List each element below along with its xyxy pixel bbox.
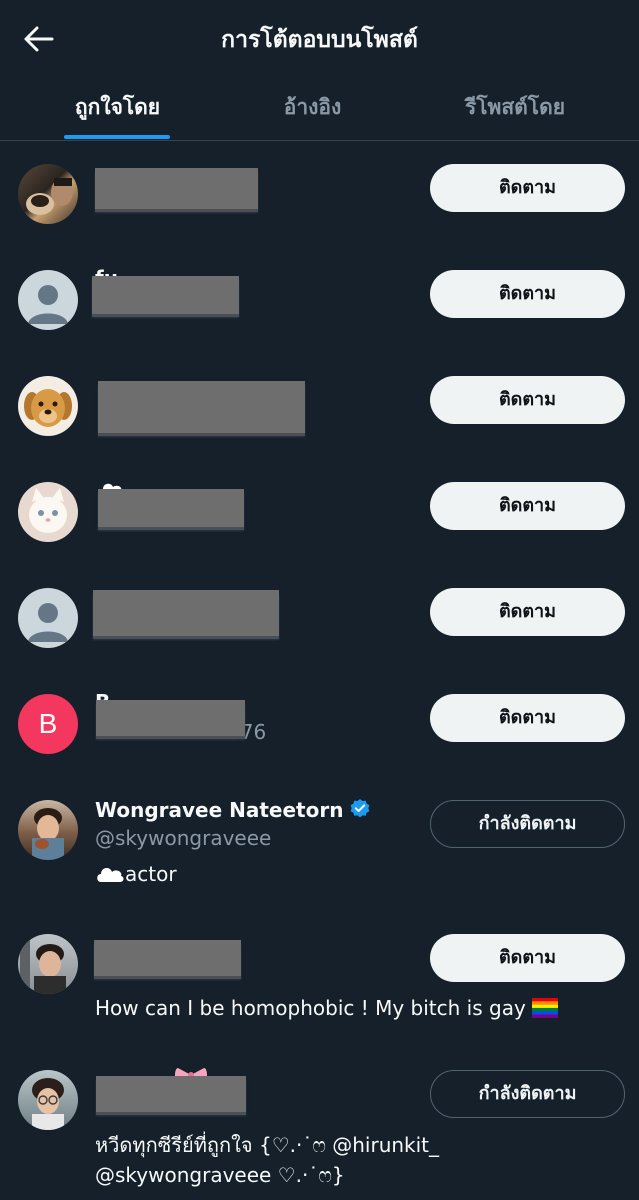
user-avatar[interactable] [18, 1070, 78, 1130]
tab-bar: ถูกใจโดย อ้างอิง รีโพสต์โดย [0, 80, 639, 141]
user-bio: หวีดทุกซีรีย์ที่ถูกใจ {♡.·˙ෆ @hirunkit_ … [95, 1130, 615, 1190]
following-button[interactable]: กำลังติดตาม [430, 1070, 625, 1118]
cloud-icon [97, 868, 124, 882]
user-avatar[interactable] [18, 270, 78, 330]
user-avatar[interactable] [18, 934, 78, 994]
list-item[interactable]: ติดตาม [0, 160, 639, 240]
follow-button[interactable]: ติดตาม [430, 694, 625, 742]
redaction-box [98, 489, 244, 527]
redaction-box [95, 168, 258, 209]
man-in-car-photo-icon [20, 936, 66, 994]
man-glasses-photo-icon [32, 1078, 64, 1130]
bio-text: actor [125, 862, 177, 886]
follow-button[interactable]: ติดตาม [430, 482, 625, 530]
tab-liked-by[interactable]: ถูกใจโดย [60, 80, 175, 140]
user-avatar[interactable] [18, 164, 78, 224]
list-item[interactable]: ติดตาม [0, 372, 639, 452]
user-bio: How can I be homophobic ! My bitch is ga… [95, 994, 615, 1022]
cat-photo-icon [29, 488, 67, 533]
avatar-letter: B [38, 708, 58, 739]
default-avatar-icon [28, 603, 68, 642]
list-item[interactable]: B B 576 ติดตาม [0, 690, 639, 770]
redaction-box [92, 276, 239, 314]
tab-quotes[interactable]: อ้างอิง [255, 80, 370, 140]
puppy-photo-icon [24, 389, 72, 427]
user-avatar[interactable] [18, 376, 78, 436]
list-item[interactable]: ติดตาม [0, 478, 639, 558]
follow-button[interactable]: ติดตาม [430, 588, 625, 636]
redaction-box [96, 1076, 246, 1112]
follow-button[interactable]: ติดตาม [430, 164, 625, 212]
list-item[interactable]: ติดตาม [0, 584, 639, 664]
bio-line: หวีดทุกซีรีย์ที่ถูกใจ {♡.·˙ෆ @hirunkit_ [95, 1133, 440, 1157]
user-avatar[interactable] [18, 800, 78, 860]
user-avatar[interactable] [18, 482, 78, 542]
verified-badge-icon [351, 799, 370, 818]
user-avatar[interactable] [18, 588, 78, 648]
user-handle: @skywongraveee [95, 826, 272, 850]
bio-line: @skywongraveee ♡.·˙ෆ} [95, 1163, 345, 1187]
tab-reposted-by[interactable]: รีโพสต์โดย [445, 80, 585, 140]
list-item[interactable]: หวีดทุกซีรีย์ที่ถูกใจ {♡.·˙ෆ @hirunkit_ … [0, 1066, 639, 1196]
follow-button[interactable]: ติดตาม [430, 376, 625, 424]
following-button[interactable]: กำลังติดตาม [430, 800, 625, 848]
redaction-box [96, 700, 245, 736]
list-item[interactable]: fu 4 ติดตาม [0, 266, 639, 346]
redaction-box [98, 381, 305, 433]
follow-button[interactable]: ติดตาม [430, 270, 625, 318]
user-name-text: Wongravee Nateetorn [95, 798, 344, 822]
bio-text: How can I be homophobic ! My bitch is ga… [95, 996, 526, 1020]
redaction-box [93, 590, 279, 636]
page-title: การโต้ตอบบนโพสต์ [221, 27, 418, 53]
default-avatar-icon [28, 285, 68, 324]
list-item[interactable]: Wongravee Nateetorn @skywongraveee actor… [0, 796, 639, 906]
rainbow-flag-icon [532, 998, 559, 1018]
list-item[interactable]: How can I be homophobic ! My bitch is ga… [0, 930, 639, 1040]
follow-button[interactable]: ติดตาม [430, 934, 625, 982]
active-tab-indicator [64, 135, 170, 139]
redaction-box [94, 940, 241, 976]
user-avatar[interactable]: B [18, 694, 78, 754]
user-name[interactable]: Wongravee Nateetorn [95, 798, 371, 822]
user-bio: actor [95, 860, 615, 888]
man-photo-icon [32, 808, 64, 860]
dog-photo-icon [26, 178, 73, 215]
top-bar: การโต้ตอบบนโพสต์ [0, 0, 639, 80]
